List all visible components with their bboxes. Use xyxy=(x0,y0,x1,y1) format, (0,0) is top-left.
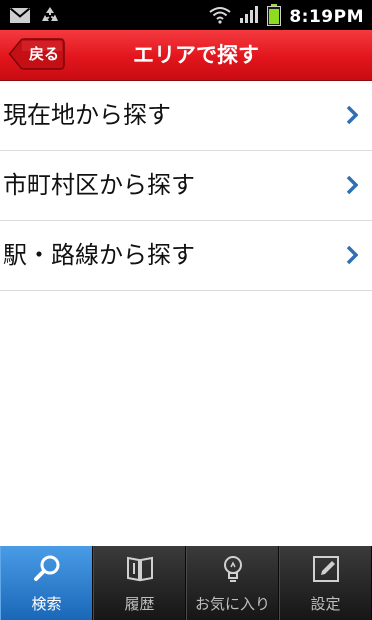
recycle-icon xyxy=(40,6,60,28)
clock-time: 8:19PM xyxy=(289,7,364,27)
lightbulb-icon xyxy=(187,554,278,584)
tab-favorites-label: お気に入り xyxy=(194,595,270,613)
tab-search[interactable]: 検索 xyxy=(0,546,93,620)
header-bar: エリアで探す 戻る xyxy=(0,30,372,81)
tab-bar: 検索 履歴 お気に入り 設定 xyxy=(0,546,372,620)
battery-icon xyxy=(267,4,282,30)
book-icon xyxy=(94,554,185,584)
list-item-municipality[interactable]: 市町村区から探す xyxy=(0,151,372,221)
signal-icon xyxy=(239,6,259,28)
search-icon xyxy=(1,554,92,584)
list-item-current-location[interactable]: 現在地から探す xyxy=(0,81,372,151)
chevron-right-icon xyxy=(346,245,359,269)
tab-favorites[interactable]: お気に入り xyxy=(186,546,279,620)
search-method-list: 現在地から探す 市町村区から探す 駅・路線から探す xyxy=(0,81,372,291)
list-item-label: 現在地から探す xyxy=(3,101,171,129)
mail-icon xyxy=(9,7,31,27)
chevron-right-icon xyxy=(346,105,359,129)
wifi-icon xyxy=(209,6,231,28)
status-bar: 8:19PM xyxy=(0,0,372,30)
tab-settings[interactable]: 設定 xyxy=(279,546,372,620)
list-item-station-line[interactable]: 駅・路線から探す xyxy=(0,221,372,291)
list-item-label: 市町村区から探す xyxy=(3,171,195,199)
tab-history-label: 履歴 xyxy=(124,595,155,613)
tab-search-label: 検索 xyxy=(31,595,62,613)
back-button-label: 戻る xyxy=(28,45,59,63)
tab-history[interactable]: 履歴 xyxy=(93,546,186,620)
edit-icon xyxy=(280,554,371,584)
chevron-right-icon xyxy=(346,175,359,199)
list-item-label: 駅・路線から探す xyxy=(3,241,195,269)
back-button[interactable]: 戻る xyxy=(8,38,65,70)
tab-settings-label: 設定 xyxy=(310,595,341,613)
